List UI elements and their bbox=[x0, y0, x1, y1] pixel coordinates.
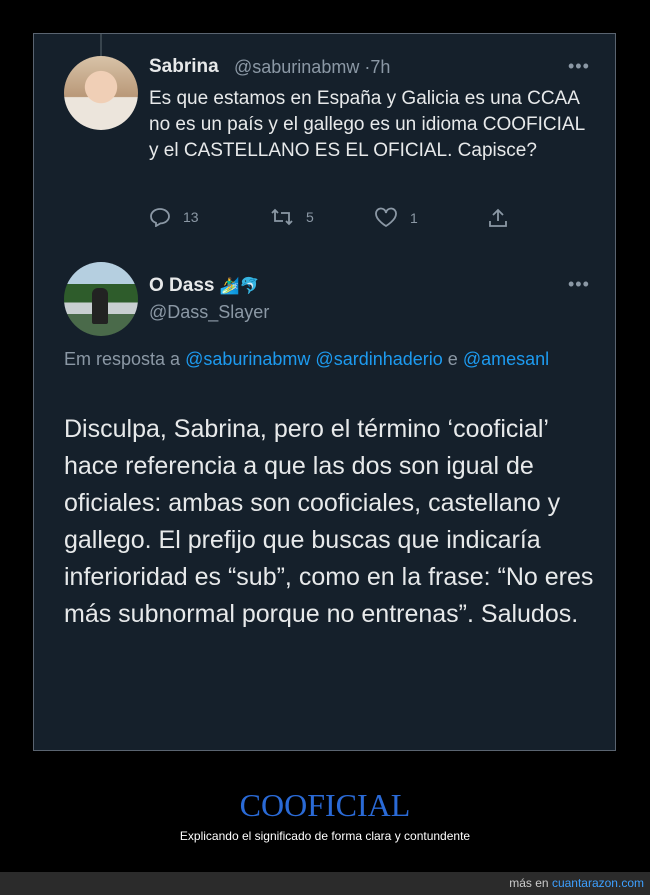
thread-line bbox=[100, 34, 102, 56]
mention-saburinabmw[interactable]: @saburinabmw bbox=[185, 349, 310, 369]
heart-icon bbox=[375, 207, 397, 228]
mention-sardinhaderio[interactable]: @sardinhaderio bbox=[315, 349, 442, 369]
footer-bar: más en cuantarazon.com bbox=[0, 872, 650, 895]
tweet1-handle-text: @saburinabmw bbox=[234, 57, 360, 77]
retweet-button[interactable]: 5 bbox=[270, 207, 314, 227]
reply-prefix: Em resposta a bbox=[64, 349, 181, 369]
tweet2-text: Disculpa, Sabrina, pero el término ‘coof… bbox=[64, 415, 594, 628]
retweet-count: 5 bbox=[306, 209, 314, 225]
tweet2-name-emoji: 🏄‍♂️🐬 bbox=[219, 278, 260, 295]
tweet2-author-name[interactable]: O Dass 🏄‍♂️🐬 bbox=[149, 275, 260, 297]
like-count: 1 bbox=[410, 209, 418, 226]
footer-site-link[interactable]: cuantarazon.com bbox=[552, 876, 644, 890]
reply-button[interactable]: 13 bbox=[149, 207, 199, 227]
reply-context: Em resposta a @saburinabmw @sardinhaderi… bbox=[64, 346, 584, 372]
retweet-icon bbox=[271, 208, 293, 226]
mention-amesanl[interactable]: @amesanl bbox=[463, 349, 549, 369]
like-button[interactable]: 1 bbox=[374, 207, 418, 228]
share-icon bbox=[489, 208, 507, 227]
odass-avatar[interactable] bbox=[64, 262, 138, 336]
tweet-screenshot-frame: Sabrina @saburinabmw ·7h ••• Es que esta… bbox=[33, 33, 616, 751]
footer-prefix: más en bbox=[509, 876, 549, 890]
reply-icon bbox=[150, 208, 170, 227]
reply-count: 13 bbox=[183, 209, 199, 225]
caption-title: COOFICIAL bbox=[239, 787, 411, 823]
caption-subtitle: Explicando el significado de forma clara… bbox=[179, 829, 471, 843]
tweet1-time[interactable]: 7h bbox=[370, 57, 390, 77]
sabrina-avatar[interactable] bbox=[64, 56, 138, 130]
footer-credit: más en cuantarazon.com bbox=[509, 876, 644, 890]
tweet2-name-text: O Dass bbox=[149, 275, 215, 296]
reply-and: e bbox=[447, 349, 458, 369]
share-button[interactable] bbox=[487, 207, 509, 229]
tweet2-more-icon[interactable]: ••• bbox=[568, 274, 590, 295]
tweet1-handle[interactable]: @saburinabmw ·7h bbox=[234, 57, 390, 78]
tweet1-more-icon[interactable]: ••• bbox=[568, 56, 590, 77]
tweet2-handle[interactable]: @Dass_Slayer bbox=[149, 302, 269, 323]
tweet1-author-name[interactable]: Sabrina bbox=[149, 56, 219, 78]
tweet1-text: Es que estamos en España y Galicia es un… bbox=[149, 88, 585, 161]
